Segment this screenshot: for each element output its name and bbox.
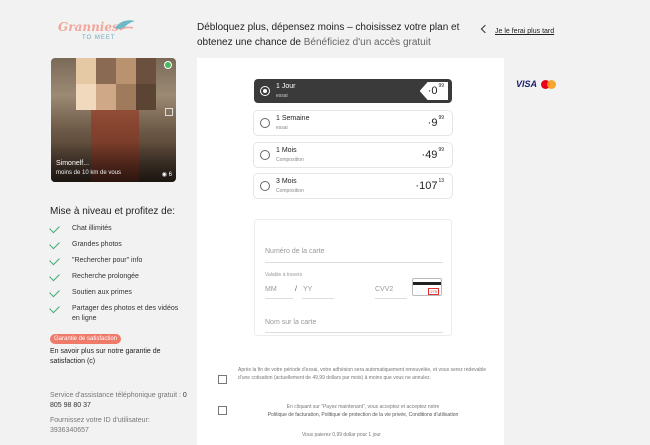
mastercard-icon [541,80,559,89]
expiry-month-field[interactable]: MM [265,286,277,293]
check-icon [49,222,60,234]
plan-option-1-day[interactable]: 1 Jour essai ·0 99 [254,79,452,103]
logo-subtext: TO MEET [82,35,116,41]
guarantee-badge: Garantie de satisfaction [50,334,122,344]
check-icon [49,302,60,314]
plan-option-3-months[interactable]: 3 Mois Composition ·107 13 [254,174,452,198]
payment-card: 1 Jour essai ·0 99 1 Semaine essai ·9 99 1… [197,58,504,445]
check-icon [49,286,60,298]
check-icon [49,270,60,282]
feature-item: Soutien aux primes [49,286,180,304]
feature-list: Chat illimités Grandes photos "Recherche… [49,222,180,330]
radio-button[interactable] [260,86,270,96]
user-id: 3936340657 [50,427,89,434]
sidebar: Grannies TO MEET Simonelf... moins de 10… [0,0,197,445]
card-number-field[interactable]: Numéro de la carte [265,248,325,255]
terms-text: En cliquant sur "Payez maintenant", vous… [267,404,459,418]
visa-icon: VISA [516,79,538,89]
chevron-left-icon[interactable] [480,24,490,34]
price-tag: ·0 99 [419,82,448,100]
expiry-year-field[interactable]: YY [303,286,312,293]
price-tag: ·9 99 [419,114,448,132]
feature-item: Chat illimités [49,222,180,240]
profile-name: Simonelf... [56,160,90,167]
cvv-field[interactable]: CVV2 [375,286,393,293]
feature-item: Recherche prolongée [49,270,180,288]
photo-count: ◉ 6 [161,172,172,178]
valid-through-label: Valable à travers [265,272,303,278]
auto-renew-text: Après la fin de votre période d'essai, v… [238,367,487,381]
skip-link[interactable]: Je le ferai plus tard [495,28,554,35]
cvv-card-icon: 275 [412,278,442,296]
logo-text: Grannies [58,20,119,34]
feature-item: "Rechercher pour" info [49,254,180,272]
page-headline: Débloquez plus, dépensez moins – choisis… [197,22,460,48]
userid-info: Fournissez votre ID d'utilisateur: 393634… [50,417,150,434]
price-tag: ·107 13 [407,177,448,195]
upgrade-title: Mise à niveau et profitez de: [50,206,176,217]
price-tag: ·49 99 [413,146,448,164]
radio-button[interactable] [260,118,270,128]
online-status-icon [164,61,172,69]
plan-option-1-week[interactable]: 1 Semaine essai ·9 99 [254,111,452,135]
expiry-separator: / [295,286,297,293]
payment-footnote: Vous paierez 0,99 dollar pour 1 jour [302,432,381,438]
select-icon[interactable] [165,108,173,116]
guarantee-link[interactable]: En savoir plus sur notre garantie de sat… [50,347,180,367]
radio-button[interactable] [260,150,270,160]
auto-renew-checkbox[interactable] [218,375,227,384]
radio-button[interactable] [260,181,270,191]
feature-item: Partager des photos et des vidéos en lig… [49,302,180,330]
plan-option-1-month[interactable]: 1 Mois Composition ·49 99 [254,143,452,167]
card-form: Numéro de la carte Valable à travers MM … [254,219,452,336]
check-icon [49,254,60,266]
terms-links[interactable]: Politique de facturation, Politique de p… [268,412,459,418]
logo[interactable]: Grannies TO MEET [58,18,138,48]
profile-distance: moins de 10 km de vous [56,170,122,176]
card-name-field[interactable]: Nom sur la carte [265,319,316,326]
feature-item: Grandes photos [49,238,180,256]
terms-checkbox[interactable] [218,406,227,415]
check-icon [49,238,60,250]
profile-photo[interactable]: Simonelf... moins de 10 km de vous ◉ 6 [51,58,176,182]
support-info: Service d'assistance téléphonique gratui… [50,392,187,409]
bird-icon [115,20,135,31]
